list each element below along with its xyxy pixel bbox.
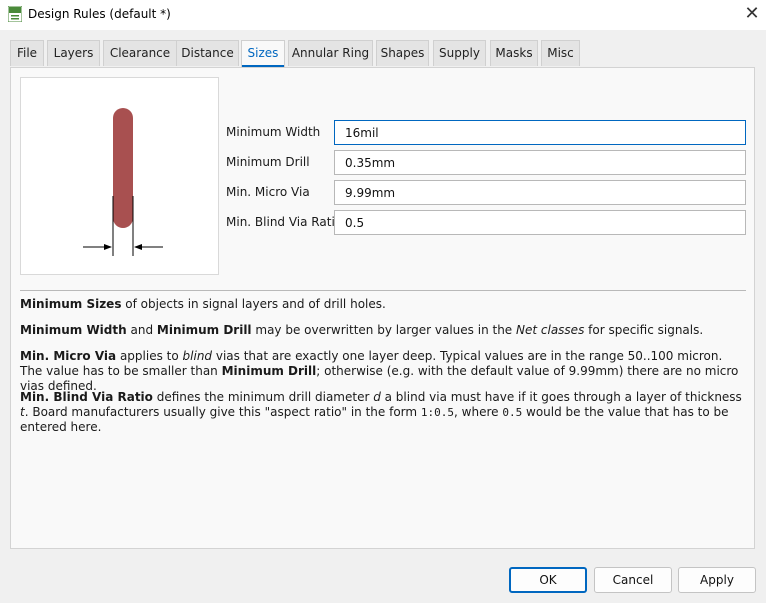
close-icon[interactable]: ✕	[740, 4, 764, 26]
brd-app-icon	[8, 6, 22, 22]
help-paragraph-2: Minimum Width and Minimum Drill may be o…	[20, 323, 704, 337]
tab-misc[interactable]: Misc	[541, 40, 580, 66]
min-micro-via-label: Min. Micro Via	[226, 185, 310, 199]
help-paragraph-4: Min. Blind Via Ratio defines the minimum…	[20, 390, 742, 434]
min-blind-via-ratio-label: Min. Blind Via Ratio	[226, 215, 343, 229]
help-paragraph-1: Minimum Sizes of objects in signal layer…	[20, 297, 386, 311]
tab-masks[interactable]: Masks	[490, 40, 538, 66]
apply-button[interactable]: Apply	[678, 567, 756, 593]
minimum-width-input[interactable]	[334, 120, 746, 145]
tab-shapes[interactable]: Shapes	[376, 40, 429, 66]
tab-supply[interactable]: Supply	[433, 40, 486, 66]
min-width-preview	[20, 77, 219, 275]
window-title: Design Rules (default *)	[28, 7, 171, 21]
tab-file[interactable]: File	[10, 40, 44, 66]
minimum-drill-label: Minimum Drill	[226, 155, 310, 169]
min-micro-via-input[interactable]	[334, 180, 746, 205]
ok-button[interactable]: OK	[509, 567, 587, 593]
track-width-illustration	[83, 108, 163, 256]
min-blind-via-ratio-input[interactable]	[334, 210, 746, 235]
tab-layers[interactable]: Layers	[47, 40, 100, 66]
title-bar: Design Rules (default *) ✕	[0, 0, 766, 30]
tab-sizes[interactable]: Sizes	[241, 40, 285, 68]
tab-annular-ring[interactable]: Annular Ring	[288, 40, 373, 66]
tab-distance[interactable]: Distance	[176, 40, 239, 66]
minimum-width-label: Minimum Width	[226, 125, 321, 139]
minimum-drill-input[interactable]	[334, 150, 746, 175]
tab-clearance[interactable]: Clearance	[103, 40, 177, 66]
help-paragraph-3: Min. Micro Via applies to blind vias tha…	[20, 349, 739, 393]
separator	[20, 290, 746, 291]
cancel-button[interactable]: Cancel	[594, 567, 672, 593]
